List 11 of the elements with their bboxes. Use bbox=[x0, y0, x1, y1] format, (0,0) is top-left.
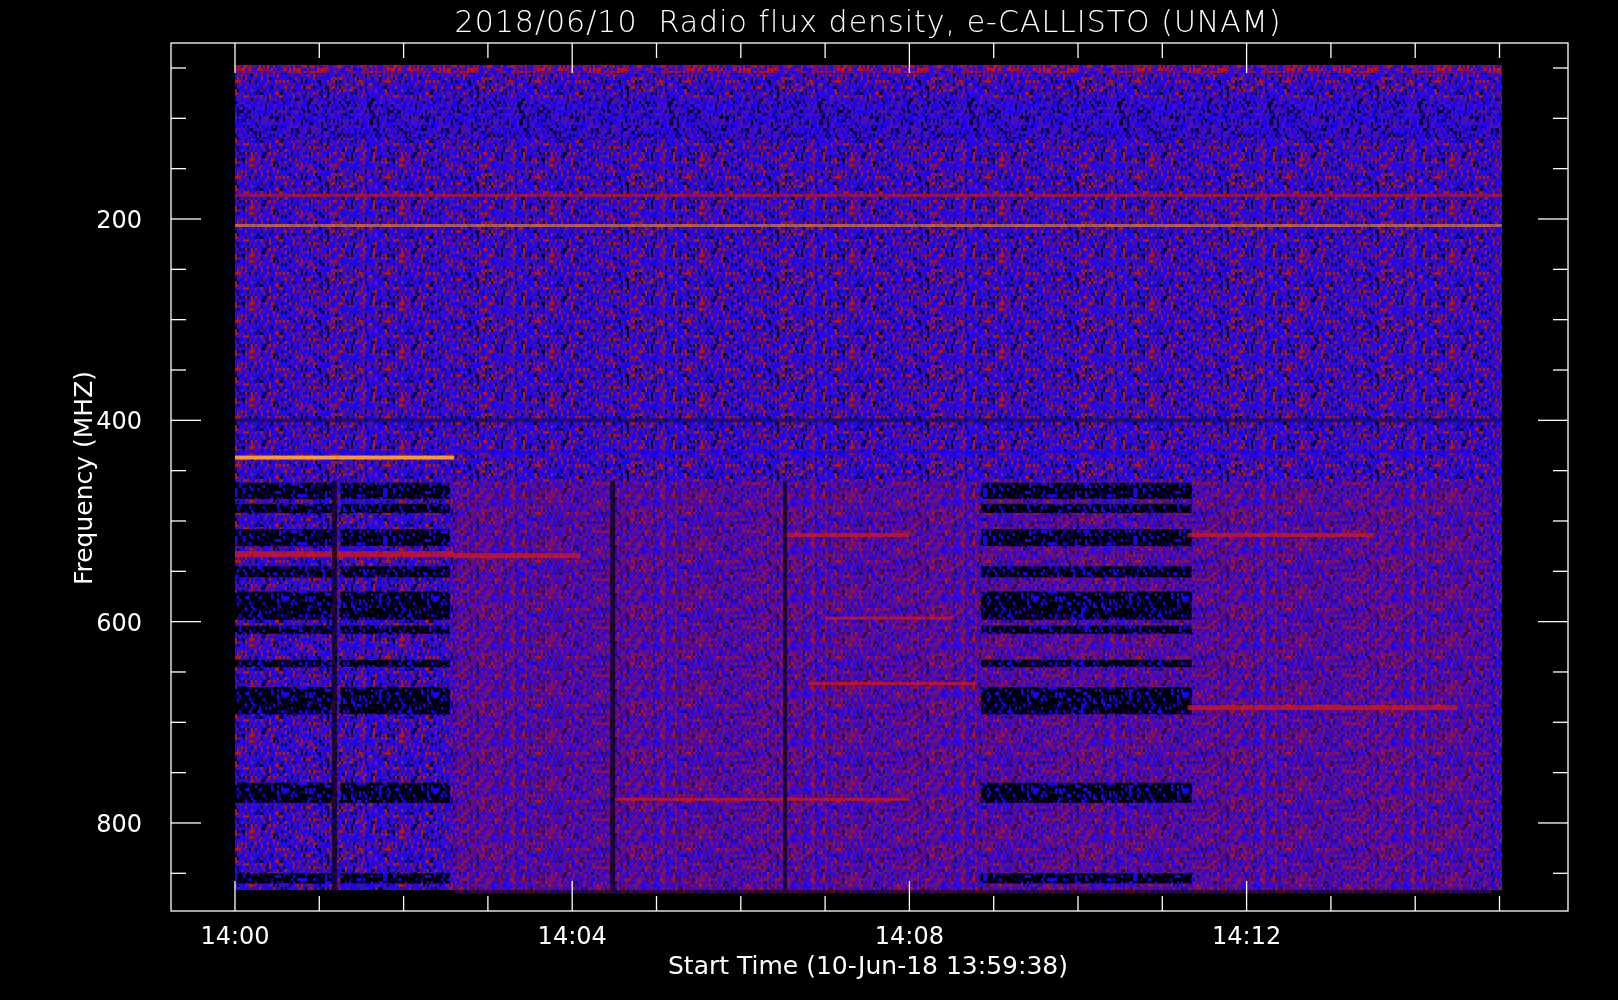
tick-label: 400 bbox=[96, 407, 142, 436]
tick-label: 14:12 bbox=[1212, 922, 1282, 950]
tick-label: 600 bbox=[96, 608, 142, 637]
chart-title: 2018/06/10 Radio flux density, e-CALLISTO (UNAM) bbox=[454, 4, 1282, 39]
tick-label: 800 bbox=[96, 809, 142, 838]
tick-label: 14:08 bbox=[874, 922, 944, 950]
tick-label: 14:00 bbox=[200, 922, 270, 950]
axis-title: Frequency (MHZ) bbox=[69, 370, 98, 586]
axis-title: Start Time (10-Jun-18 13:59:38) bbox=[668, 951, 1068, 980]
tick-label: 14:04 bbox=[537, 922, 607, 950]
tick-label: 200 bbox=[96, 206, 142, 234]
